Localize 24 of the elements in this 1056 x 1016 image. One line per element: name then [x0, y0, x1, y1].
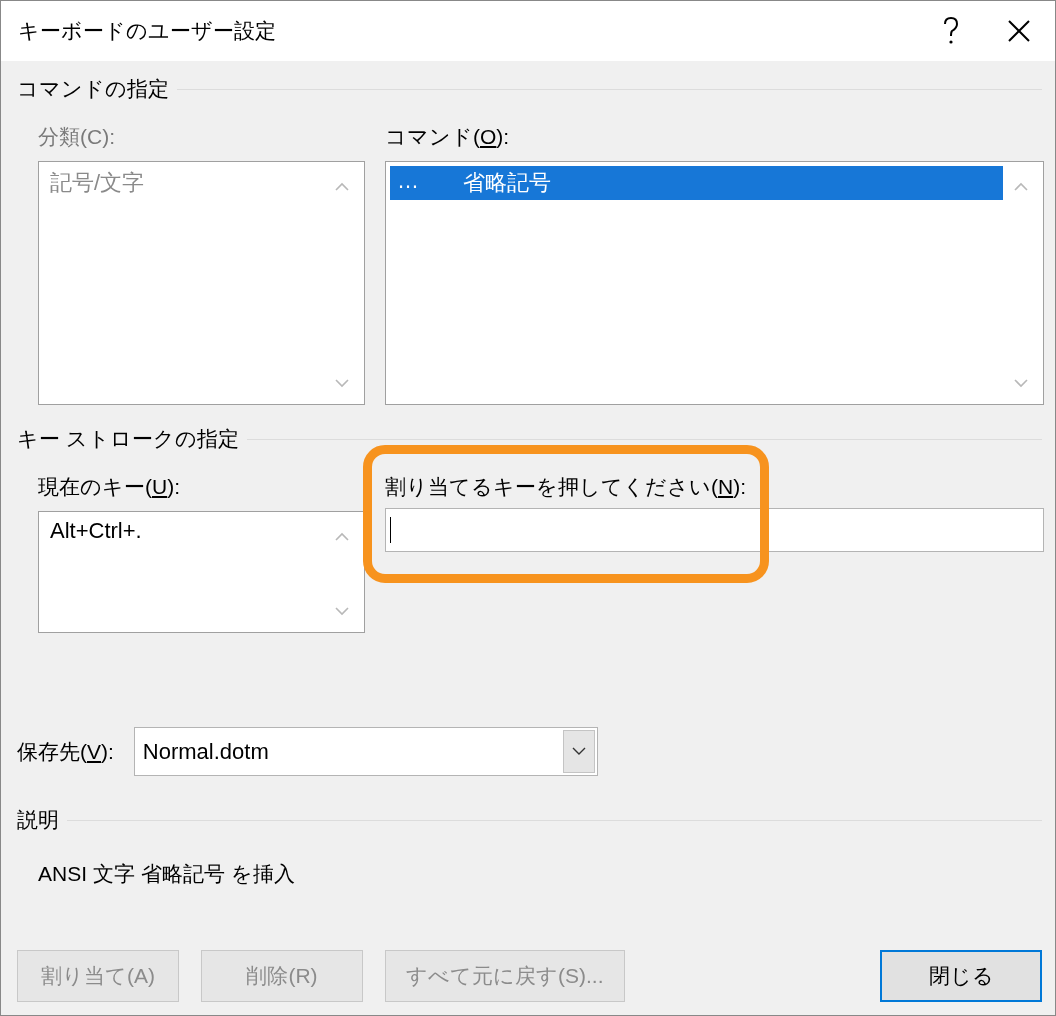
field-label: コマンド(O): [385, 124, 511, 150]
window-title: キーボードのユーザー設定 [18, 18, 277, 44]
close-button[interactable]: 閉じる [880, 950, 1042, 1002]
chevron-down-icon [571, 747, 586, 756]
scroll-up-icon[interactable] [335, 532, 349, 541]
section-heading: 説明 [17, 806, 1042, 834]
field-label: 保存先(V): [17, 738, 114, 765]
list-item[interactable]: … 省略記号 [390, 166, 1003, 200]
section-heading: キー ストロークの指定 [17, 425, 1042, 453]
list-item[interactable]: Alt+Ctrl+. [43, 516, 324, 546]
section-heading: コマンドの指定 [17, 75, 1042, 103]
description-text: ANSI 文字 省略記号 を挿入 [37, 861, 296, 887]
scroll-down-icon[interactable] [335, 607, 349, 616]
save-in-dropdown[interactable]: Normal.dotm [133, 727, 598, 776]
field-label: 現在のキー(U): [38, 474, 181, 500]
command-list[interactable]: … 省略記号 [385, 161, 1044, 405]
scroll-up-icon[interactable] [335, 182, 349, 191]
field-label: 分類(C): [38, 124, 116, 150]
scroll-down-icon[interactable] [1014, 379, 1028, 388]
scroll-up-icon[interactable] [1014, 182, 1028, 191]
field-label: 割り当てるキーを押してください(N): [385, 474, 747, 500]
scroll-down-icon[interactable] [335, 379, 349, 388]
new-key-field[interactable] [385, 508, 1044, 552]
current-keys-list[interactable]: Alt+Ctrl+. [38, 511, 365, 633]
